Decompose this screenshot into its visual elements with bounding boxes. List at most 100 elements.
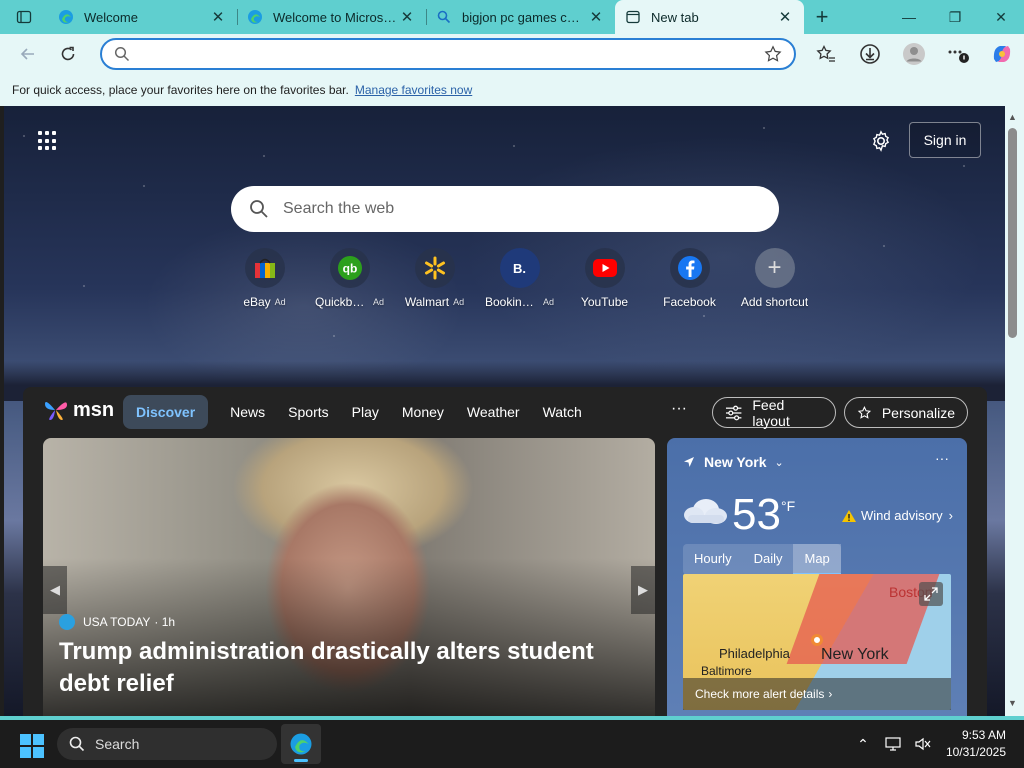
favorite-star-icon[interactable] — [764, 45, 782, 63]
copilot-icon — [993, 46, 1011, 62]
search-icon — [114, 46, 130, 62]
search-icon — [436, 9, 452, 25]
nav-watch[interactable]: Watch — [543, 404, 582, 420]
weather-location[interactable]: New York ⌄ — [683, 454, 784, 470]
nav-weather[interactable]: Weather — [467, 404, 520, 420]
web-search-box[interactable]: Search the web — [231, 186, 779, 232]
close-tab-button[interactable]: ✕ — [398, 8, 416, 26]
start-button[interactable] — [20, 734, 44, 758]
chevron-right-icon: › — [828, 687, 833, 701]
taskbar-search[interactable]: Search — [57, 728, 277, 760]
app-grid-dot — [52, 131, 56, 135]
close-tab-button[interactable]: ✕ — [587, 8, 605, 26]
close-tab-button[interactable]: ✕ — [209, 8, 227, 26]
nav-money[interactable]: Money — [402, 404, 444, 420]
page-scrollbar[interactable]: ▲ ▼ — [1005, 106, 1024, 716]
source-name: USA TODAY — [83, 615, 151, 629]
scrollbar-thumb[interactable] — [1008, 128, 1017, 338]
edge-taskbar-button[interactable] — [281, 724, 321, 764]
app-grid-dot — [38, 146, 42, 151]
shortcut-booking[interactable]: B. Booking.comAd — [477, 248, 562, 309]
close-window-button[interactable]: ✕ — [978, 0, 1024, 34]
gear-icon — [872, 130, 890, 152]
hero-article-card[interactable]: ◀ ▶ USA TODAY · 1h Trump administration … — [43, 438, 655, 716]
nav-play[interactable]: Play — [352, 404, 379, 420]
edge-icon — [58, 9, 74, 25]
feed-layout-button[interactable]: Feed layout — [712, 397, 836, 429]
back-button[interactable] — [8, 38, 48, 70]
weather-card: New York ⌄ ··· 53 °F Wind advisory › Hou… — [667, 438, 967, 716]
add-shortcut-button[interactable]: + Add shortcut — [732, 248, 817, 309]
weather-more-button[interactable]: ··· — [935, 450, 949, 466]
tab-new-tab[interactable]: New tab ✕ — [615, 0, 804, 34]
refresh-button[interactable] — [48, 38, 88, 70]
tab-welcome[interactable]: Welcome ✕ — [48, 0, 237, 34]
booking-icon: B. — [499, 248, 540, 288]
minimize-button[interactable]: — — [886, 0, 932, 34]
chevron-right-icon: › — [948, 508, 953, 523]
restore-button[interactable]: ❐ — [932, 0, 978, 34]
shortcut-label: Quickbooks — [314, 295, 369, 309]
windows-logo-pane — [20, 734, 31, 745]
profile-button[interactable] — [892, 38, 936, 70]
shortcut-youtube[interactable]: YouTube — [562, 248, 647, 309]
taskbar-clock[interactable]: 9:53 AM 10/31/2025 — [938, 727, 1024, 761]
copilot-button[interactable] — [980, 38, 1024, 70]
personalize-button[interactable]: Personalize — [844, 397, 968, 428]
app-grid-dot — [45, 138, 49, 143]
location-arrow-icon — [684, 457, 694, 467]
tab-strip: Welcome ✕ Welcome to Microsoft Edge ✕ bi… — [0, 0, 1024, 34]
windows-logo-pane — [33, 747, 44, 758]
avatar-icon — [903, 43, 925, 65]
expand-map-button[interactable] — [919, 582, 943, 606]
weather-tabs: Hourly Daily Map — [683, 544, 841, 575]
edge-icon — [247, 9, 263, 25]
browser-toolbar — [0, 34, 1024, 74]
page-settings-button[interactable] — [868, 128, 894, 154]
scroll-up-icon[interactable]: ▲ — [1008, 112, 1017, 122]
sign-in-button[interactable]: Sign in — [909, 122, 981, 158]
nav-sports[interactable]: Sports — [288, 404, 328, 420]
nav-discover[interactable]: Discover — [123, 395, 209, 429]
shortcut-label: eBay — [243, 295, 271, 309]
close-tab-button[interactable]: ✕ — [776, 8, 794, 26]
app-grid-dot — [45, 146, 49, 151]
weather-alert[interactable]: Wind advisory › — [841, 508, 953, 523]
feed-more-button[interactable]: ··· — [671, 400, 687, 418]
carousel-next-button[interactable]: ▶ — [631, 566, 655, 614]
location-marker-icon — [811, 634, 823, 646]
tab-daily[interactable]: Daily — [743, 544, 794, 575]
app-launcher-button[interactable] — [38, 131, 58, 151]
favorites-button[interactable] — [804, 38, 848, 70]
shortcut-ebay[interactable]: eBay Ad — [222, 248, 307, 309]
tab-search-results[interactable]: bigjon pc games collection ✕ — [426, 0, 615, 34]
volume-muted-icon[interactable] — [908, 737, 938, 751]
back-arrow-icon — [20, 48, 34, 60]
tab-title: Welcome to Microsoft Edge — [273, 9, 398, 25]
tab-actions-button[interactable] — [0, 0, 48, 34]
search-placeholder: Search the web — [283, 200, 395, 217]
article-headline[interactable]: Trump administration drastically alters … — [59, 636, 639, 700]
address-bar[interactable] — [100, 38, 796, 70]
tab-map[interactable]: Map — [793, 544, 841, 575]
downloads-button[interactable] — [848, 38, 892, 70]
network-icon[interactable] — [878, 737, 908, 751]
new-tab-button[interactable]: + — [804, 0, 840, 34]
alert-label: Wind advisory — [861, 508, 943, 523]
show-hidden-icons-button[interactable]: ⌃ — [848, 736, 878, 753]
manage-favorites-link[interactable]: Manage favorites now — [355, 83, 472, 97]
shortcut-label: YouTube — [580, 295, 629, 309]
settings-more-button[interactable] — [936, 38, 980, 70]
shortcut-facebook[interactable]: Facebook — [647, 248, 732, 309]
carousel-prev-button[interactable]: ◀ — [43, 566, 67, 614]
shortcut-quickbooks[interactable]: qb QuickbooksAd — [307, 248, 392, 309]
address-input[interactable] — [144, 42, 764, 66]
scroll-down-icon[interactable]: ▼ — [1008, 698, 1017, 708]
tab-welcome-edge[interactable]: Welcome to Microsoft Edge ✕ — [237, 0, 426, 34]
shortcut-walmart[interactable]: Walmart Ad — [392, 248, 477, 309]
check-alerts-link[interactable]: Check more alert details › — [683, 678, 951, 710]
nav-news[interactable]: News — [230, 404, 265, 420]
app-grid-dot — [38, 138, 42, 143]
msn-logo[interactable]: msn — [43, 398, 114, 422]
tab-hourly[interactable]: Hourly — [683, 544, 743, 575]
